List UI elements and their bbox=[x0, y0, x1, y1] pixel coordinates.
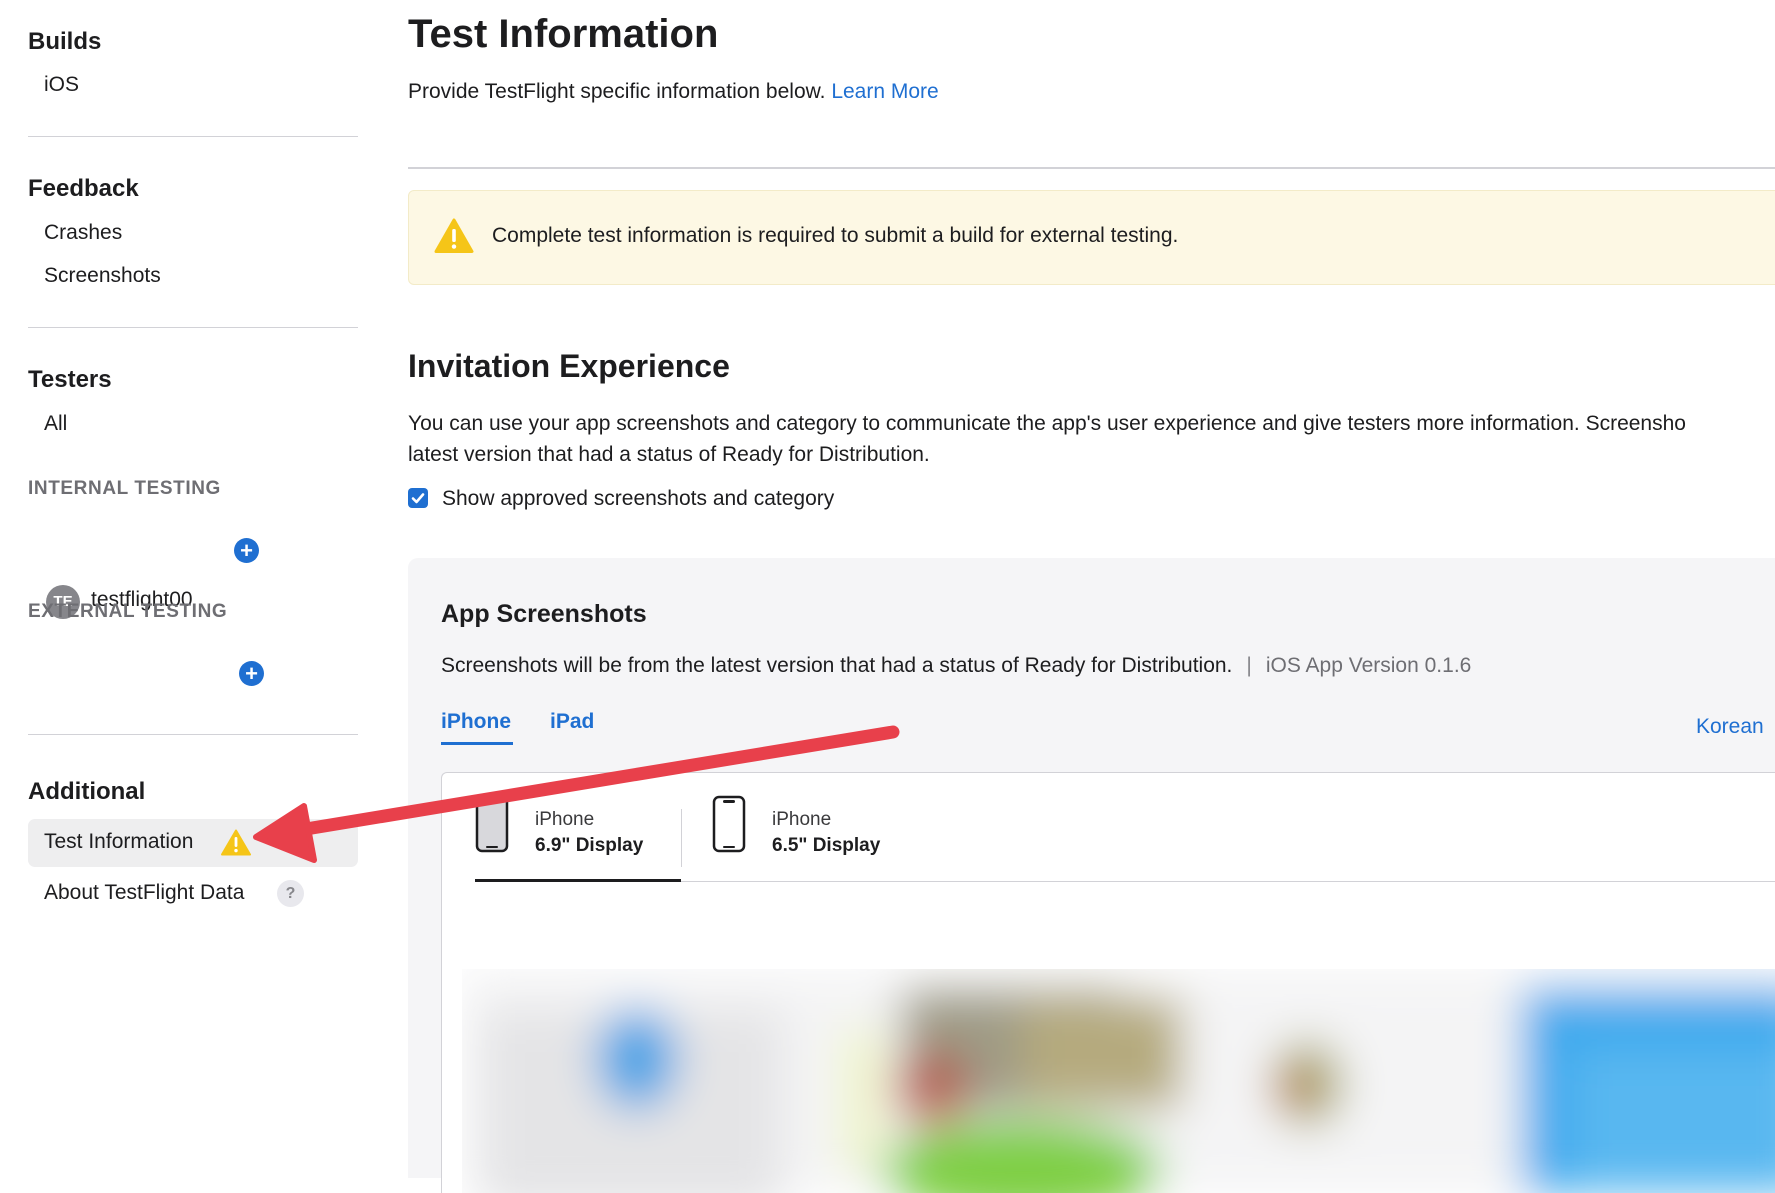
section-divider bbox=[408, 167, 1775, 169]
show-screenshots-checkbox[interactable] bbox=[408, 488, 428, 508]
separator: | bbox=[1246, 654, 1252, 677]
app-screenshots-heading: App Screenshots bbox=[441, 600, 647, 628]
sidebar-section-additional: Additional bbox=[28, 778, 146, 805]
iphone-icon bbox=[712, 795, 746, 853]
help-icon[interactable]: ? bbox=[277, 880, 304, 907]
device-display-size: 6.9" Display bbox=[535, 835, 644, 856]
invitation-description-line: You can use your app screenshots and cat… bbox=[408, 412, 1686, 435]
sidebar: Builds iOS Feedback Crashes Screenshots … bbox=[0, 0, 358, 1163]
page-title: Test Information bbox=[408, 12, 719, 56]
sidebar-item-ios[interactable]: iOS bbox=[44, 73, 79, 97]
device-tab-6-5-display[interactable]: iPhone 6.5" Display bbox=[712, 795, 912, 863]
intro-text: Provide TestFlight specific information … bbox=[408, 80, 939, 104]
sidebar-section-testers: Testers bbox=[28, 366, 112, 393]
sidebar-item-test-information[interactable]: Test Information bbox=[28, 819, 358, 867]
sidebar-item-all[interactable]: All bbox=[44, 412, 67, 436]
checkmark-icon bbox=[411, 493, 425, 504]
app-version-text: iOS App Version 0.1.6 bbox=[1265, 654, 1472, 677]
sidebar-item-crashes[interactable]: Crashes bbox=[44, 221, 122, 245]
intro-description: Provide TestFlight specific information … bbox=[408, 80, 826, 103]
main-content: Test Information Provide TestFlight spec… bbox=[408, 0, 1775, 1193]
invitation-experience-heading: Invitation Experience bbox=[408, 348, 730, 384]
device-kind: iPhone bbox=[772, 809, 832, 830]
learn-more-link[interactable]: Learn More bbox=[831, 80, 938, 103]
app-screenshots-panel: App Screenshots Screenshots will be from… bbox=[408, 558, 1775, 1193]
screenshots-source-text: Screenshots will be from the latest vers… bbox=[441, 654, 1233, 677]
app-screenshots-description: Screenshots will be from the latest vers… bbox=[441, 654, 1471, 678]
warning-banner: Complete test information is required to… bbox=[408, 190, 1775, 285]
plus-icon: + bbox=[245, 661, 258, 686]
tab-selected-indicator bbox=[441, 742, 513, 745]
invitation-description: You can use your app screenshots and cat… bbox=[408, 408, 1775, 470]
invitation-description-line: latest version that had a status of Read… bbox=[408, 443, 930, 466]
add-external-group-button[interactable]: + bbox=[239, 661, 264, 686]
device-divider bbox=[681, 809, 682, 867]
warning-message: Complete test information is required to… bbox=[492, 224, 1179, 247]
device-selected-indicator bbox=[475, 879, 681, 882]
external-testing-label: EXTERNAL TESTING bbox=[28, 601, 228, 622]
add-internal-group-button[interactable]: + bbox=[234, 538, 259, 563]
locale-label: Korean bbox=[1696, 715, 1764, 738]
device-screenshots-card: iPhone 6.9" Display iPhone 6.5" Display bbox=[441, 772, 1775, 1193]
iphone-icon bbox=[475, 795, 509, 853]
warning-icon bbox=[434, 218, 474, 253]
device-display-size: 6.5" Display bbox=[772, 835, 881, 856]
sidebar-section-feedback: Feedback bbox=[28, 175, 139, 202]
sidebar-item-about-testflight-data[interactable]: About TestFlight Data bbox=[44, 881, 244, 905]
device-tab-6-9-display[interactable]: iPhone 6.9" Display bbox=[475, 795, 681, 863]
tab-iphone[interactable]: iPhone bbox=[441, 710, 511, 734]
device-kind: iPhone bbox=[535, 809, 595, 830]
show-screenshots-label[interactable]: Show approved screenshots and category bbox=[442, 487, 834, 511]
locale-selector[interactable]: Korean bbox=[1696, 715, 1764, 739]
plus-icon: + bbox=[240, 538, 253, 563]
sidebar-item-label: Test Information bbox=[44, 830, 194, 853]
sidebar-divider bbox=[28, 136, 358, 137]
tab-ipad[interactable]: iPad bbox=[550, 710, 594, 734]
internal-testing-label: INTERNAL TESTING bbox=[28, 478, 221, 499]
warning-icon bbox=[221, 829, 251, 856]
question-mark: ? bbox=[285, 885, 296, 902]
blurred-screenshots-strip bbox=[462, 969, 1775, 1193]
sidebar-divider bbox=[28, 327, 358, 328]
sidebar-section-builds: Builds bbox=[28, 28, 102, 55]
sidebar-item-screenshots[interactable]: Screenshots bbox=[44, 264, 161, 288]
blurred-screenshots-image bbox=[462, 969, 1775, 1193]
sidebar-divider bbox=[28, 734, 358, 735]
